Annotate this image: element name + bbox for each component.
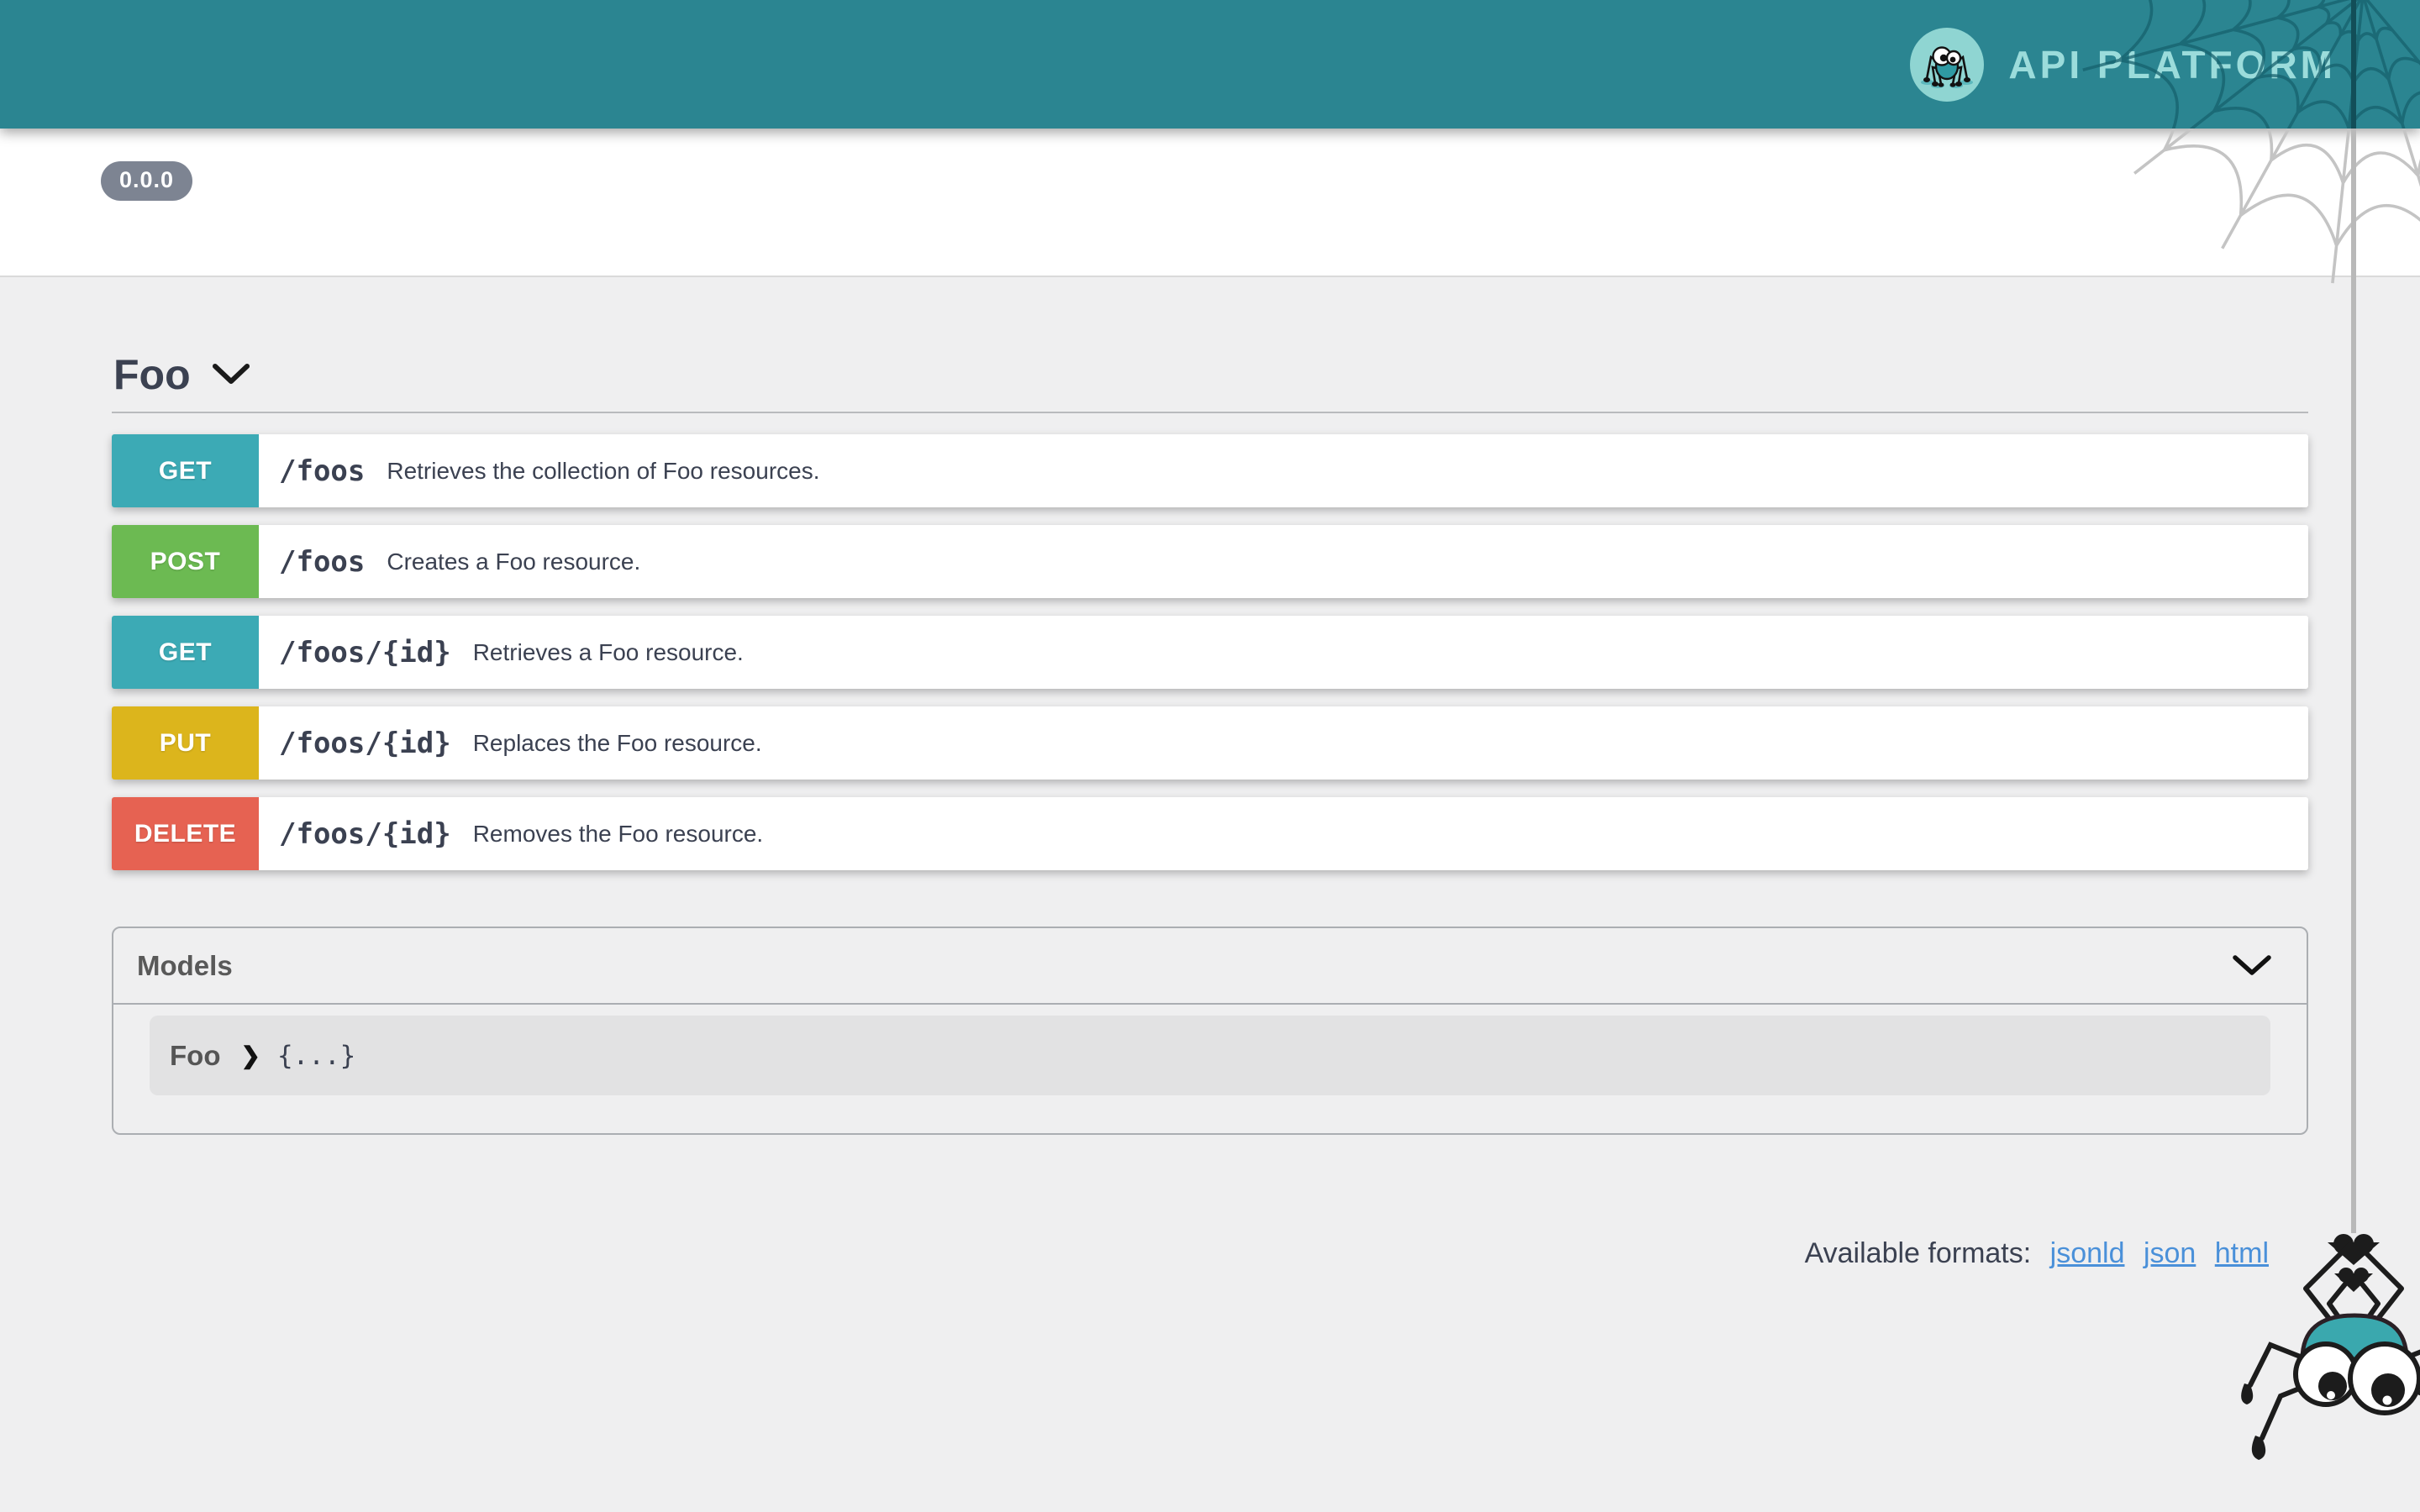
operation-path: /foos/{id} (279, 706, 451, 780)
operation-description: Retrieves a Foo resource. (473, 616, 744, 689)
api-info-bar: 0.0.0 (0, 129, 2420, 277)
models-section: Models Foo ❯ {...} (112, 927, 2308, 1135)
operation-description: Removes the Foo resource. (473, 797, 764, 870)
operation-description: Retrieves the collection of Foo resource… (387, 434, 819, 507)
model-row-foo[interactable]: Foo ❯ {...} (150, 1016, 2270, 1095)
format-link-json[interactable]: json (2144, 1237, 2196, 1269)
operation-path: /foos/{id} (279, 797, 451, 870)
chevron-down-icon (213, 364, 250, 386)
format-link-jsonld[interactable]: jsonld (2050, 1237, 2125, 1269)
method-badge: PUT (112, 706, 259, 780)
operation-path: /foos (279, 434, 365, 507)
operation-row-put-foos-id[interactable]: PUT /foos/{id} Replaces the Foo resource… (112, 706, 2308, 780)
method-badge: GET (112, 434, 259, 507)
operation-row-get-foos-id[interactable]: GET /foos/{id} Retrieves a Foo resource. (112, 616, 2308, 689)
formats-label: Available formats: (1805, 1237, 2032, 1269)
method-badge: GET (112, 616, 259, 689)
model-name: Foo (170, 1040, 220, 1072)
operation-description: Creates a Foo resource. (387, 525, 640, 598)
method-badge: DELETE (112, 797, 259, 870)
api-platform-logo[interactable]: API PLATFORM (1909, 0, 2336, 129)
chevron-right-icon: ❯ (240, 1042, 260, 1069)
method-badge: POST (112, 525, 259, 598)
operation-row-post-foos[interactable]: POST /foos Creates a Foo resource. (112, 525, 2308, 598)
operation-path: /foos (279, 525, 365, 598)
main-content: Foo GET /foos Retrieves the collection o… (0, 277, 2420, 1270)
models-title: Models (137, 950, 233, 982)
chevron-down-icon (2233, 955, 2271, 977)
format-link-html[interactable]: html (2215, 1237, 2269, 1269)
operation-row-delete-foos-id[interactable]: DELETE /foos/{id} Removes the Foo resour… (112, 797, 2308, 870)
available-formats: Available formats: jsonld json html (112, 1237, 2308, 1270)
operations-list: GET /foos Retrieves the collection of Fo… (112, 434, 2308, 870)
models-header[interactable]: Models (113, 928, 2307, 1005)
top-navbar: API PLATFORM (0, 0, 2420, 129)
version-badge: 0.0.0 (101, 161, 192, 201)
operation-path: /foos/{id} (279, 616, 451, 689)
models-body: Foo ❯ {...} (113, 1005, 2307, 1133)
model-preview: {...} (277, 1041, 355, 1071)
tag-section-header-foo[interactable]: Foo (112, 277, 2308, 413)
spider-logo-icon (1909, 27, 1985, 102)
operation-row-get-foos[interactable]: GET /foos Retrieves the collection of Fo… (112, 434, 2308, 507)
operation-description: Replaces the Foo resource. (473, 706, 762, 780)
tag-title: Foo (113, 351, 191, 398)
brand-wordmark: API PLATFORM (2008, 42, 2336, 87)
